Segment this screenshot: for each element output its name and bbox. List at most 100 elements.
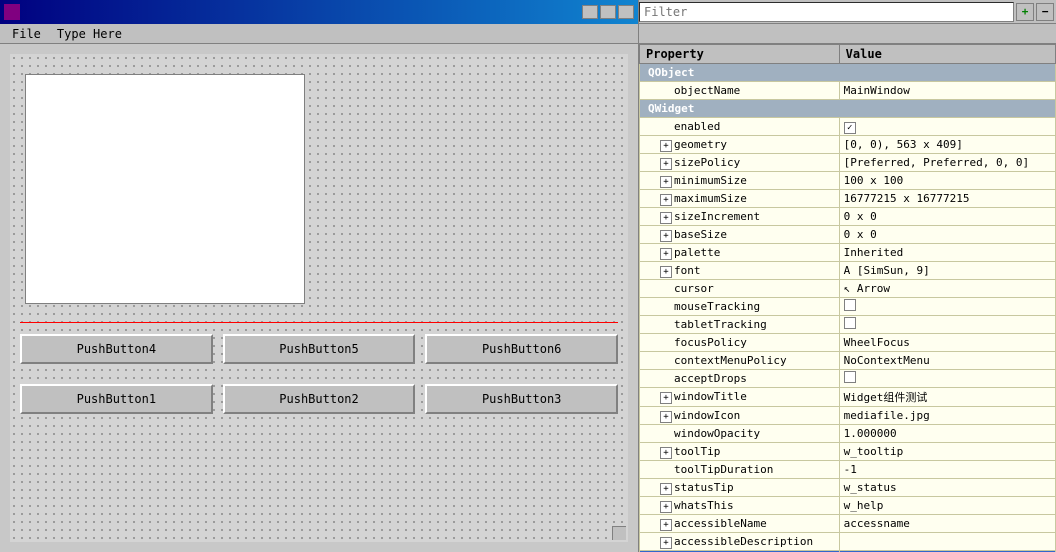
expand-icon[interactable]: +	[660, 230, 672, 242]
expand-icon[interactable]: +	[660, 411, 672, 423]
prop-value-cell: ✓	[839, 118, 1055, 136]
prop-name-cell: +accessibleDescription	[640, 533, 840, 551]
table-row[interactable]: +sizePolicy[Preferred, Preferred, 0, 0]	[640, 154, 1056, 172]
resize-handle[interactable]	[612, 526, 626, 540]
filter-bar: + −	[639, 0, 1056, 24]
expand-icon[interactable]: +	[660, 248, 672, 260]
prop-value-cell: [Preferred, Preferred, 0, 0]	[839, 154, 1055, 172]
expand-icon[interactable]: +	[660, 140, 672, 152]
widget-titlebar	[0, 0, 638, 24]
expand-icon[interactable]: +	[660, 176, 672, 188]
table-row[interactable]: mouseTracking	[640, 298, 1056, 316]
menu-file[interactable]: File	[4, 25, 49, 43]
table-row[interactable]: tabletTracking	[640, 316, 1056, 334]
white-rect-widget	[25, 74, 305, 304]
table-row[interactable]: windowOpacity1.000000	[640, 425, 1056, 443]
widget-form[interactable]: PushButton4 PushButton5 PushButton6 Push…	[10, 54, 628, 542]
prop-value-cell: w_help	[839, 497, 1055, 515]
prop-name-cell: contextMenuPolicy	[640, 352, 840, 370]
pushbutton6[interactable]: PushButton6	[425, 334, 618, 364]
prop-value-cell	[839, 533, 1055, 551]
prop-name-cell: +baseSize	[640, 226, 840, 244]
prop-name-cell: +font	[640, 262, 840, 280]
table-row[interactable]: +geometry[0, 0), 563 x 409]	[640, 136, 1056, 154]
pushbutton4[interactable]: PushButton4	[20, 334, 213, 364]
prop-value-cell: mediafile.jpg	[839, 407, 1055, 425]
pushbutton1[interactable]: PushButton1	[20, 384, 213, 414]
expand-icon[interactable]: +	[660, 447, 672, 459]
table-row[interactable]: acceptDrops	[640, 370, 1056, 388]
maximize-button[interactable]	[600, 5, 616, 19]
prop-name-cell: +sizePolicy	[640, 154, 840, 172]
close-button[interactable]	[618, 5, 634, 19]
expand-icon[interactable]: +	[660, 392, 672, 404]
expand-icon[interactable]: +	[660, 519, 672, 531]
col-property: Property	[640, 45, 840, 64]
table-row[interactable]: +fontA [SimSun, 9]	[640, 262, 1056, 280]
prop-name-cell: enabled	[640, 118, 840, 136]
pushbutton5[interactable]: PushButton5	[223, 334, 416, 364]
prop-name-cell: +whatsThis	[640, 497, 840, 515]
filter-actions: + −	[1014, 3, 1056, 21]
table-row[interactable]: +toolTipw_tooltip	[640, 443, 1056, 461]
buttons-row2: PushButton1 PushButton2 PushButton3	[20, 384, 618, 414]
table-row[interactable]: +paletteInherited	[640, 244, 1056, 262]
table-row[interactable]: QWidget	[640, 100, 1056, 118]
table-row[interactable]: enabled ✓	[640, 118, 1056, 136]
right-panel: + − Property Value QObjectobjectNameMain…	[638, 0, 1056, 552]
menu-typehere[interactable]: Type Here	[49, 25, 130, 43]
prop-value-cell	[839, 370, 1055, 388]
titlebar-buttons	[582, 5, 634, 19]
expand-icon[interactable]: +	[660, 194, 672, 206]
checkbox-icon[interactable]	[844, 371, 856, 383]
prop-value-cell: [0, 0), 563 x 409]	[839, 136, 1055, 154]
table-row[interactable]: +baseSize0 x 0	[640, 226, 1056, 244]
filter-minus-button[interactable]: −	[1036, 3, 1054, 21]
checkbox-icon[interactable]	[844, 317, 856, 329]
prop-value-cell: accessname	[839, 515, 1055, 533]
prop-value-cell	[839, 298, 1055, 316]
table-row[interactable]: +accessibleNameaccessname	[640, 515, 1056, 533]
filter-add-button[interactable]: +	[1016, 3, 1034, 21]
separator-line	[20, 322, 618, 323]
checkbox-icon[interactable]	[844, 299, 856, 311]
expand-icon[interactable]: +	[660, 266, 672, 278]
table-row[interactable]: cursor↖ Arrow	[640, 280, 1056, 298]
pushbutton3[interactable]: PushButton3	[425, 384, 618, 414]
prop-value-cell	[839, 316, 1055, 334]
table-row[interactable]: +statusTipw_status	[640, 479, 1056, 497]
prop-value-cell: NoContextMenu	[839, 352, 1055, 370]
table-row[interactable]: +maximumSize16777215 x 16777215	[640, 190, 1056, 208]
table-row[interactable]: +minimumSize100 x 100	[640, 172, 1056, 190]
prop-value-cell: MainWindow	[839, 82, 1055, 100]
filter-input[interactable]	[639, 2, 1014, 22]
table-row[interactable]: contextMenuPolicyNoContextMenu	[640, 352, 1056, 370]
widget-icon	[4, 4, 20, 20]
expand-icon[interactable]: +	[660, 483, 672, 495]
table-row[interactable]: toolTipDuration-1	[640, 461, 1056, 479]
table-row[interactable]: +whatsThisw_help	[640, 497, 1056, 515]
checkbox-icon[interactable]: ✓	[844, 122, 856, 134]
table-row[interactable]: objectNameMainWindow	[640, 82, 1056, 100]
prop-name-cell: +accessibleName	[640, 515, 840, 533]
prop-value-cell: 16777215 x 16777215	[839, 190, 1055, 208]
table-row[interactable]: +windowTitleWidget组件测试	[640, 388, 1056, 407]
prop-name-cell: acceptDrops	[640, 370, 840, 388]
table-row[interactable]: +accessibleDescription	[640, 533, 1056, 551]
minimize-button[interactable]	[582, 5, 598, 19]
property-table[interactable]: Property Value QObjectobjectNameMainWind…	[639, 44, 1056, 552]
prop-name-cell: focusPolicy	[640, 334, 840, 352]
expand-icon[interactable]: +	[660, 537, 672, 549]
expand-icon[interactable]: +	[660, 212, 672, 224]
table-row[interactable]: +windowIconmediafile.jpg	[640, 407, 1056, 425]
prop-value-cell: 0 x 0	[839, 208, 1055, 226]
table-row[interactable]: focusPolicyWheelFocus	[640, 334, 1056, 352]
table-row[interactable]: +sizeIncrement0 x 0	[640, 208, 1056, 226]
table-row[interactable]: QObject	[640, 64, 1056, 82]
prop-name-cell: mouseTracking	[640, 298, 840, 316]
expand-icon[interactable]: +	[660, 501, 672, 513]
left-panel: File Type Here PushButton4 PushButton5 P…	[0, 0, 638, 552]
pushbutton2[interactable]: PushButton2	[223, 384, 416, 414]
prop-name-cell: tabletTracking	[640, 316, 840, 334]
expand-icon[interactable]: +	[660, 158, 672, 170]
